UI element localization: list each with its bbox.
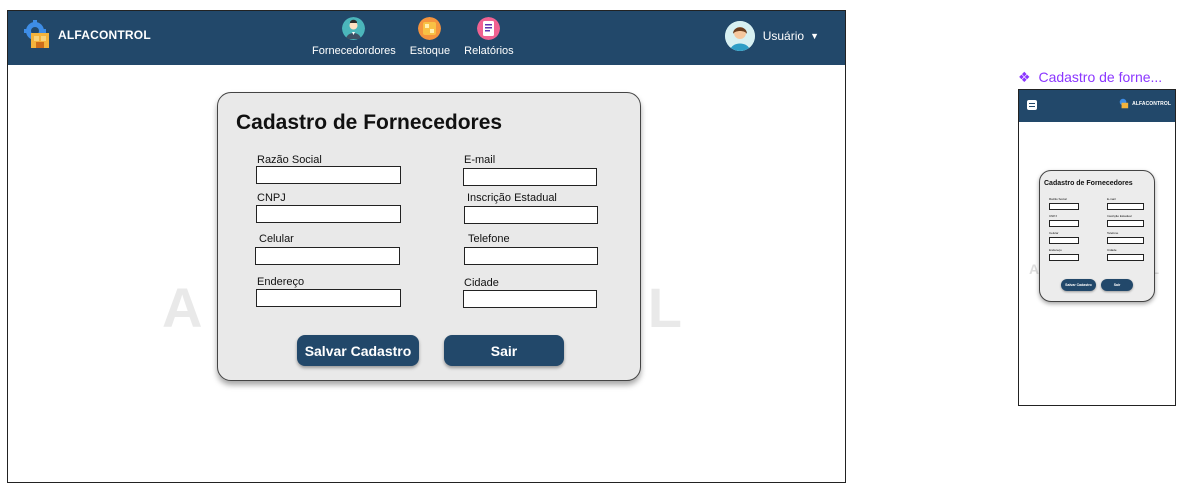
warehouse-gear-logo-icon (24, 20, 54, 50)
mobile-save-registration-button[interactable]: Salvar Cadastro (1061, 279, 1096, 291)
mobile-celular-label: Celular (1049, 231, 1059, 235)
mobile-email-label: E-mail (1107, 197, 1116, 201)
supplier-icon (342, 17, 366, 40)
exit-button[interactable]: Sair (444, 335, 564, 366)
razao-social-input[interactable] (256, 166, 401, 184)
mobile-endereco-input[interactable] (1049, 254, 1079, 261)
watermark-left-letter: A (162, 276, 203, 339)
nav-label: Estoque (409, 45, 451, 57)
nav-item-fornecedores[interactable]: Fornecedordores (312, 17, 396, 57)
mobile-inscricao-estadual-input[interactable] (1107, 220, 1144, 227)
mobile-email-input[interactable] (1107, 203, 1144, 210)
mobile-cnpj-label: CNPJ (1049, 214, 1057, 218)
caret-down-icon: ▼ (810, 31, 819, 41)
nav-label: Relatórios (464, 45, 514, 57)
brand-name: ALFACONTROL (58, 28, 151, 42)
inventory-icon (418, 17, 442, 40)
razao-social-label: Razão Social (257, 154, 322, 166)
celular-input[interactable] (255, 247, 400, 265)
mobile-cidade-input[interactable] (1107, 254, 1144, 261)
email-label: E-mail (464, 154, 496, 166)
celular-label: Celular (259, 233, 294, 245)
form-title: Cadastro de Fornecedores (236, 111, 503, 134)
endereco-input[interactable] (256, 289, 401, 307)
user-label: Usuário (762, 29, 805, 43)
mobile-top-navigation-bar: ALFACONTROL (1019, 90, 1175, 122)
mobile-celular-input[interactable] (1049, 237, 1079, 244)
cnpj-input[interactable] (256, 205, 401, 223)
user-avatar-icon (724, 21, 755, 51)
mobile-preview-title: ❖ Cadastro de forne... (1018, 69, 1162, 86)
nav-item-relatorios[interactable]: Relatórios (464, 17, 514, 57)
cidade-label: Cidade (464, 277, 499, 289)
mobile-cnpj-input[interactable] (1049, 220, 1079, 227)
main-navigation: Fornecedordores Estoque Relatórios (312, 17, 514, 57)
watermark-right-letter: L (647, 276, 682, 339)
mobile-preview-frame[interactable]: ALFACONTROL A L Cadastro de Fornecedores… (1018, 89, 1176, 406)
mobile-preview-title-text: Cadastro de forne... (1038, 69, 1163, 85)
top-navigation-bar: ALFACONTROL Fornecedordores Estoque Rela… (8, 11, 845, 65)
mobile-exit-button[interactable]: Sair (1101, 279, 1133, 291)
mobile-telefone-input[interactable] (1107, 237, 1144, 244)
warehouse-gear-logo-icon (1119, 98, 1130, 109)
mobile-form-title: Cadastro de Fornecedores (1044, 180, 1133, 187)
mobile-endereco-label: Endereço (1049, 248, 1062, 252)
desktop-frame: ALFACONTROL Fornecedordores Estoque Rela… (7, 10, 846, 483)
inscricao-estadual-input[interactable] (464, 206, 598, 224)
mobile-brand-name: ALFACONTROL (1132, 100, 1171, 107)
inscricao-estadual-label: Inscrição Estadual (467, 192, 557, 204)
mobile-razao-social-input[interactable] (1049, 203, 1079, 210)
nav-label: Fornecedordores (312, 45, 396, 57)
mobile-telefone-label: Telefone (1107, 231, 1119, 235)
mobile-razao-social-label: Razão Social (1049, 197, 1067, 201)
user-menu[interactable]: Usuário ▼ (724, 21, 819, 51)
reports-icon (477, 17, 501, 40)
mobile-brand[interactable]: ALFACONTROL (1119, 98, 1171, 109)
telefone-input[interactable] (464, 247, 598, 265)
supplier-registration-card: Cadastro de Fornecedores Razão Social E-… (217, 92, 641, 381)
hamburger-menu-icon[interactable] (1027, 100, 1037, 110)
nav-item-estoque[interactable]: Estoque (410, 17, 450, 57)
cnpj-label: CNPJ (257, 192, 286, 204)
mobile-supplier-registration-card: Cadastro de Fornecedores Razão Social E-… (1039, 170, 1155, 302)
component-diamond-icon: ❖ (1018, 69, 1031, 85)
mobile-inscricao-estadual-label: Inscrição Estadual (1107, 214, 1132, 218)
mobile-cidade-label: Cidade (1107, 248, 1117, 252)
cidade-input[interactable] (463, 290, 597, 308)
endereco-label: Endereço (257, 276, 305, 288)
telefone-label: Telefone (468, 233, 510, 245)
brand[interactable]: ALFACONTROL (24, 20, 151, 50)
save-registration-button[interactable]: Salvar Cadastro (297, 335, 419, 366)
email-input[interactable] (463, 168, 597, 186)
mobile-watermark-left-letter: A (1029, 261, 1040, 277)
